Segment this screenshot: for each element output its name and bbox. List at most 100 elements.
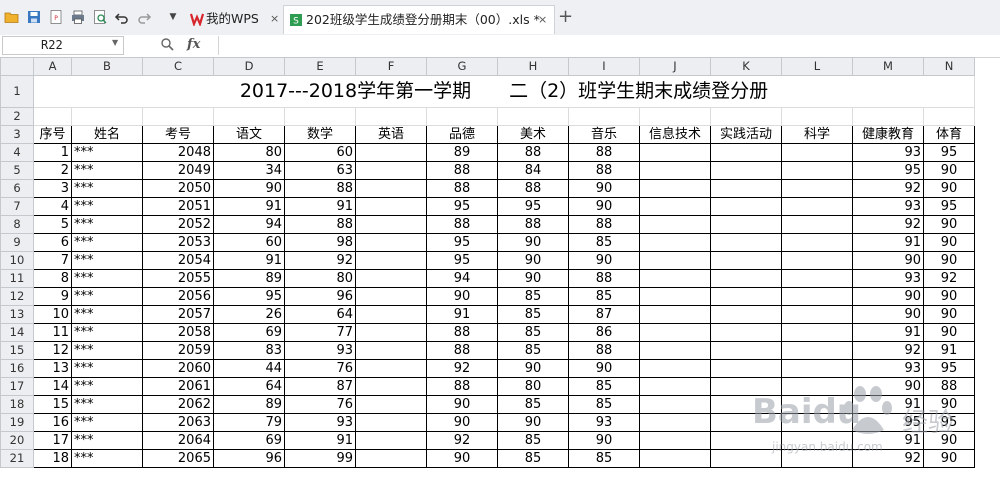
row-header[interactable]: 11	[0, 269, 34, 288]
table-cell[interactable]: 60	[213, 233, 285, 252]
row-header[interactable]: 17	[0, 377, 34, 396]
table-cell[interactable]	[710, 341, 782, 360]
table-cell[interactable]: 85	[497, 287, 569, 306]
table-cell[interactable]	[639, 413, 711, 432]
column-header[interactable]: N	[923, 57, 975, 76]
table-cell[interactable]: 64	[213, 377, 285, 396]
table-cell[interactable]: 88	[497, 215, 569, 234]
table-cell[interactable]	[355, 341, 427, 360]
table-cell[interactable]: 89	[213, 395, 285, 414]
table-cell[interactable]: 90	[568, 179, 640, 198]
table-cell[interactable]: 85	[568, 449, 640, 468]
table-cell[interactable]: 92	[426, 431, 498, 450]
table-cell[interactable]: 2050	[142, 179, 214, 198]
table-cell[interactable]	[639, 161, 711, 180]
column-header[interactable]: M	[852, 57, 924, 76]
table-cell[interactable]: 92	[852, 215, 924, 234]
row-header[interactable]: 12	[0, 287, 34, 306]
table-cell[interactable]: 2055	[142, 269, 214, 288]
table-cell[interactable]: 93	[852, 359, 924, 378]
row-header[interactable]: 19	[0, 413, 34, 432]
table-cell[interactable]	[710, 323, 782, 342]
table-cell[interactable]: 85	[568, 287, 640, 306]
table-cell[interactable]	[781, 251, 853, 270]
table-cell[interactable]	[781, 341, 853, 360]
table-cell[interactable]: 90	[923, 323, 975, 342]
column-header[interactable]: K	[710, 57, 782, 76]
table-cell[interactable]	[355, 431, 427, 450]
row-header[interactable]: 14	[0, 323, 34, 342]
row-header[interactable]: 9	[0, 233, 34, 252]
table-cell[interactable]: 88	[426, 179, 498, 198]
table-cell[interactable]: 92	[923, 269, 975, 288]
table-cell[interactable]	[710, 179, 782, 198]
table-cell[interactable]: 8	[33, 269, 72, 288]
table-cell[interactable]: 18	[33, 449, 72, 468]
table-cell[interactable]: 86	[568, 323, 640, 342]
column-header[interactable]: C	[142, 57, 214, 76]
table-cell[interactable]: 95	[213, 287, 285, 306]
table-cell[interactable]	[639, 251, 711, 270]
table-cell[interactable]: 90	[213, 179, 285, 198]
table-cell[interactable]: 95	[923, 197, 975, 216]
table-cell[interactable]: 85	[568, 377, 640, 396]
row-header[interactable]: 16	[0, 359, 34, 378]
table-cell[interactable]: 95	[426, 197, 498, 216]
header-cell[interactable]: 语文	[213, 125, 285, 144]
table-cell[interactable]	[639, 215, 711, 234]
table-cell[interactable]: 88	[426, 377, 498, 396]
table-cell[interactable]: ***	[71, 143, 143, 162]
table-cell[interactable]: 12	[33, 341, 72, 360]
table-cell[interactable]	[639, 233, 711, 252]
table-cell[interactable]: 96	[213, 449, 285, 468]
table-cell[interactable]	[355, 359, 427, 378]
table-cell[interactable]: 90	[923, 305, 975, 324]
table-cell[interactable]	[639, 197, 711, 216]
table-cell[interactable]	[71, 107, 143, 126]
table-cell[interactable]: 88	[568, 215, 640, 234]
table-cell[interactable]	[568, 107, 640, 126]
table-cell[interactable]: 90	[852, 251, 924, 270]
insert-function-button[interactable]: fx	[187, 37, 200, 52]
table-cell[interactable]: 88	[284, 179, 356, 198]
table-cell[interactable]: 91	[284, 431, 356, 450]
row-header[interactable]: 15	[0, 341, 34, 360]
table-cell[interactable]	[639, 323, 711, 342]
table-cell[interactable]	[355, 269, 427, 288]
table-cell[interactable]: 91	[852, 395, 924, 414]
table-cell[interactable]: 87	[284, 377, 356, 396]
table-cell[interactable]: 95	[852, 413, 924, 432]
table-cell[interactable]: 17	[33, 431, 72, 450]
column-header[interactable]: E	[284, 57, 356, 76]
table-cell[interactable]	[355, 377, 427, 396]
table-cell[interactable]: 88	[568, 269, 640, 288]
table-cell[interactable]	[710, 287, 782, 306]
table-cell[interactable]	[284, 107, 356, 126]
table-cell[interactable]: 90	[923, 431, 975, 450]
table-cell[interactable]: ***	[71, 449, 143, 468]
table-cell[interactable]: 88	[426, 341, 498, 360]
table-cell[interactable]: 80	[213, 143, 285, 162]
table-cell[interactable]: 90	[497, 413, 569, 432]
table-cell[interactable]: 60	[284, 143, 356, 162]
table-cell[interactable]	[781, 143, 853, 162]
table-cell[interactable]: 76	[284, 359, 356, 378]
row-header[interactable]: 4	[0, 143, 34, 162]
table-cell[interactable]: 90	[497, 359, 569, 378]
table-cell[interactable]: 2060	[142, 359, 214, 378]
table-cell[interactable]: 76	[284, 395, 356, 414]
table-cell[interactable]	[710, 413, 782, 432]
table-cell[interactable]	[355, 215, 427, 234]
table-cell[interactable]: ***	[71, 413, 143, 432]
table-cell[interactable]	[355, 197, 427, 216]
table-cell[interactable]	[923, 107, 975, 126]
table-cell[interactable]: 69	[213, 431, 285, 450]
table-cell[interactable]: 93	[568, 413, 640, 432]
table-cell[interactable]: 2049	[142, 161, 214, 180]
table-cell[interactable]	[355, 305, 427, 324]
table-cell[interactable]: 79	[213, 413, 285, 432]
table-cell[interactable]	[639, 359, 711, 378]
table-cell[interactable]	[639, 431, 711, 450]
table-cell[interactable]: 88	[426, 161, 498, 180]
table-cell[interactable]: 92	[852, 341, 924, 360]
